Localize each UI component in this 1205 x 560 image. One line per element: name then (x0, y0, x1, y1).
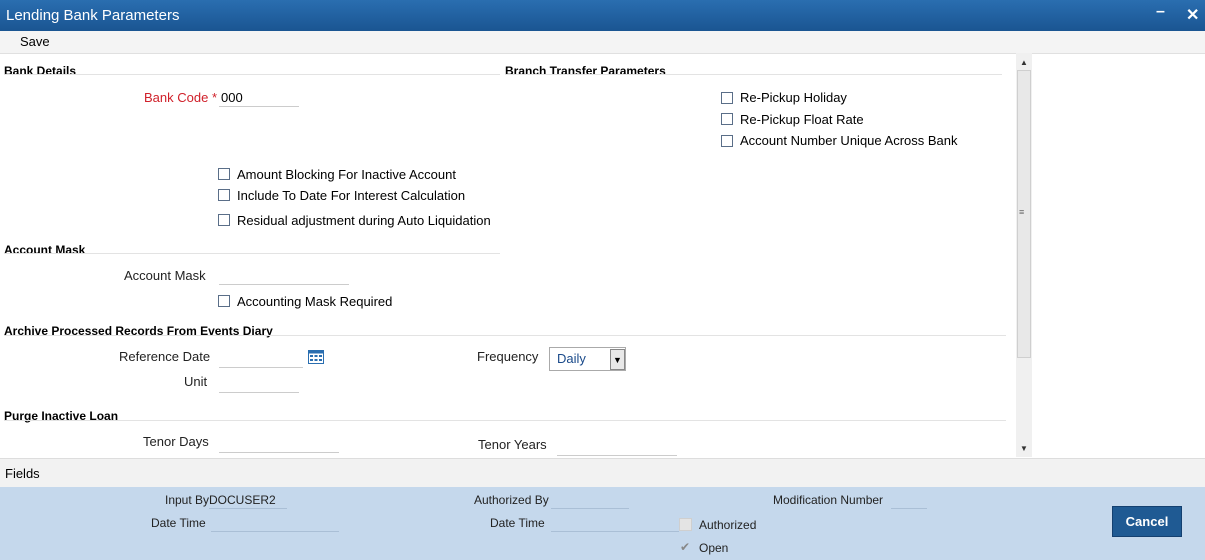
cancel-button[interactable]: Cancel (1112, 506, 1182, 537)
unit-label: Unit (184, 374, 208, 389)
re-pickup-float-rate-label: Re-Pickup Float Rate (740, 112, 864, 127)
residual-adjustment-label: Residual adjustment during Auto Liquidat… (237, 213, 491, 228)
tenor-days-label: Tenor Days (143, 434, 209, 449)
account-number-unique-label: Account Number Unique Across Bank (740, 133, 958, 148)
re-pickup-float-rate-checkbox[interactable] (721, 113, 733, 125)
frequency-select-value: Daily (557, 351, 586, 366)
bank-code-label: Bank Code * (144, 90, 218, 105)
divider (891, 508, 927, 509)
input-by-label: Input By (165, 493, 210, 507)
fields-bar: Fields (0, 458, 1205, 488)
accounting-mask-required-label: Accounting Mask Required (237, 294, 393, 309)
auth-date-time-label: Date Time (490, 516, 545, 530)
divider (211, 531, 339, 532)
re-pickup-holiday-label: Re-Pickup Holiday (740, 90, 847, 105)
fields-link[interactable]: Fields (5, 466, 40, 481)
calendar-icon[interactable] (308, 350, 324, 364)
open-label: Open (699, 541, 729, 555)
scroll-down-icon[interactable]: ▼ (1020, 444, 1028, 453)
frequency-label: Frequency (477, 349, 539, 364)
reference-date-field[interactable] (219, 349, 303, 368)
divider (4, 335, 1006, 336)
scroll-up-icon[interactable]: ▲ (1020, 58, 1028, 67)
divider (4, 74, 500, 75)
include-to-date-label: Include To Date For Interest Calculation (237, 188, 466, 203)
save-button[interactable]: Save (20, 34, 50, 49)
checkmark-icon: ✔ (680, 540, 691, 554)
authorized-checkbox (679, 518, 692, 531)
tenor-years-field[interactable] (557, 437, 677, 456)
authorized-label: Authorized (699, 518, 757, 532)
grip-icon: ≡ (1019, 207, 1025, 217)
section-account-mask: Account Mask (4, 243, 86, 257)
residual-adjustment-checkbox[interactable] (218, 214, 230, 226)
account-number-unique-checkbox[interactable] (721, 135, 733, 147)
account-mask-field[interactable] (219, 266, 349, 285)
accounting-mask-required-checkbox[interactable] (218, 295, 230, 307)
unit-field[interactable] (219, 374, 299, 393)
close-icon[interactable]: ✕ (1186, 5, 1199, 25)
title-bar: Lending Bank Parameters – ✕ (0, 0, 1205, 31)
bank-code-field[interactable] (219, 88, 299, 107)
chevron-down-icon[interactable]: ▼ (610, 349, 625, 370)
reference-date-label: Reference Date (119, 349, 211, 364)
include-to-date-checkbox[interactable] (218, 189, 230, 201)
modification-number-label: Modification Number (773, 493, 884, 507)
audit-panel: Input By DOCUSER2 Date Time Authorized B… (0, 487, 1205, 560)
tenor-days-field[interactable] (219, 434, 339, 453)
date-time-label: Date Time (151, 516, 206, 530)
account-mask-label: Account Mask (124, 268, 206, 283)
re-pickup-holiday-checkbox[interactable] (721, 92, 733, 104)
section-branch-transfer: Branch Transfer Parameters (505, 64, 666, 78)
toolbar: Save (0, 31, 1205, 54)
tenor-years-label: Tenor Years (478, 437, 547, 452)
divider (551, 531, 679, 532)
section-bank-details: Bank Details (4, 64, 77, 78)
window-title: Lending Bank Parameters (6, 7, 180, 24)
input-by-value: DOCUSER2 (209, 493, 276, 507)
divider (551, 508, 629, 509)
amount-blocking-label: Amount Blocking For Inactive Account (237, 167, 456, 182)
divider (4, 253, 500, 254)
minimize-icon[interactable]: – (1156, 3, 1165, 21)
authorized-by-label: Authorized By (474, 493, 549, 507)
divider (505, 74, 1002, 75)
divider (209, 508, 287, 509)
amount-blocking-checkbox[interactable] (218, 168, 230, 180)
divider (4, 420, 1006, 421)
